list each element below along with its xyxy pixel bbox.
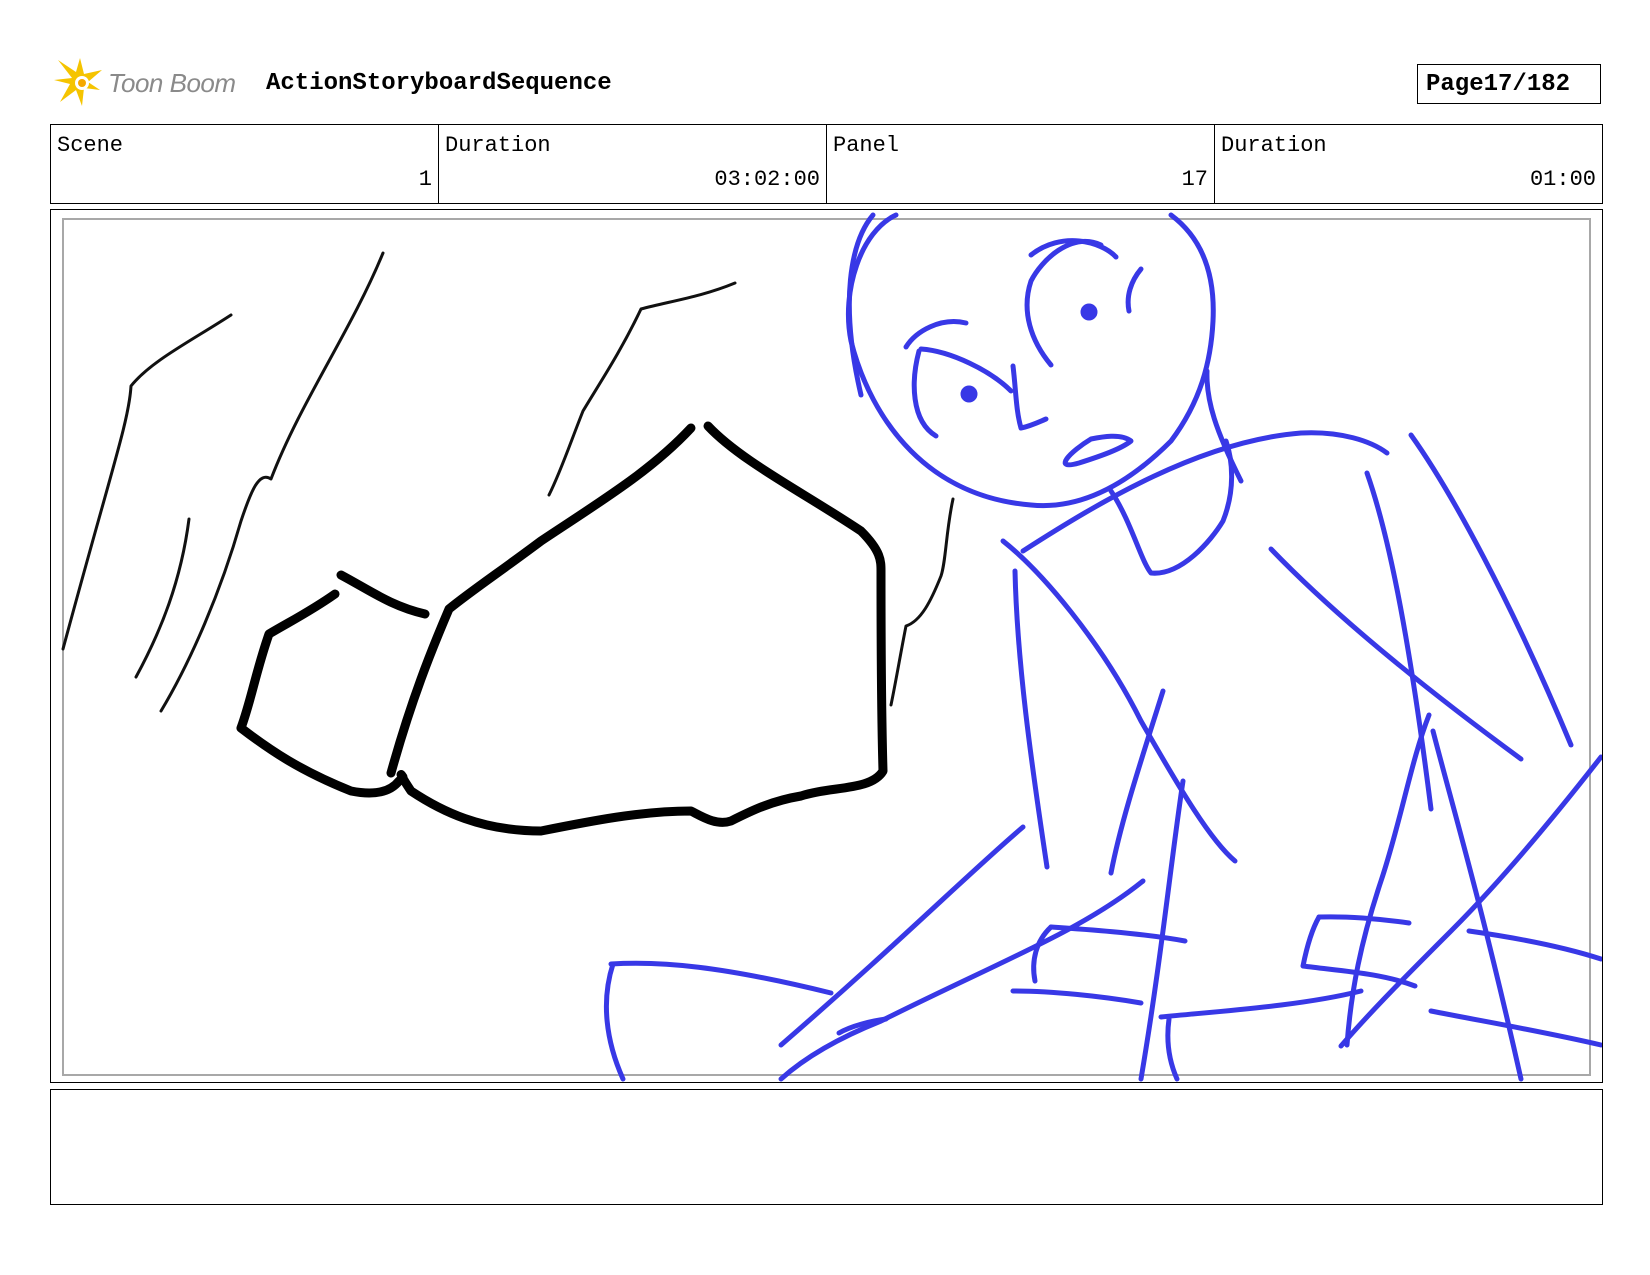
panel-cell: Panel 17 [827,125,1215,203]
panel-value: 17 [1181,167,1208,192]
toon-boom-logo: Toon Boom [52,56,236,110]
scene-cell: Scene 1 [51,125,439,203]
fist-outline [236,421,888,836]
storyboard-panel [50,209,1603,1083]
panel-notes-box [50,1089,1603,1205]
toon-boom-star-icon [54,58,102,106]
panel-sketch [61,212,1602,1082]
scene-duration-label: Duration [445,133,551,158]
scene-duration-cell: Duration 03:02:00 [439,125,827,203]
panel-duration-value: 01:00 [1529,167,1596,192]
fist-sketch [61,251,955,836]
page-value: 17/182 [1483,70,1571,98]
logo-text: Toon Boom [108,67,236,98]
document-title: ActionStoryboardSequence [266,70,612,97]
scene-label: Scene [57,133,124,158]
page-counter: Page 17/182 [1417,64,1601,104]
panel-duration-cell: Duration 01:00 [1215,125,1602,203]
panel-duration-label: Duration [1221,133,1327,158]
speed-lines [61,251,955,713]
scene-value: 1 [418,167,432,192]
page-label: Page [1426,70,1484,98]
figure-sketch [603,212,1602,1082]
scene-duration-value: 03:02:00 [714,167,820,192]
scene-info-table: Scene 1 Duration 03:02:00 Panel 17 Durat… [50,124,1603,204]
panel-label: Panel [833,133,900,158]
